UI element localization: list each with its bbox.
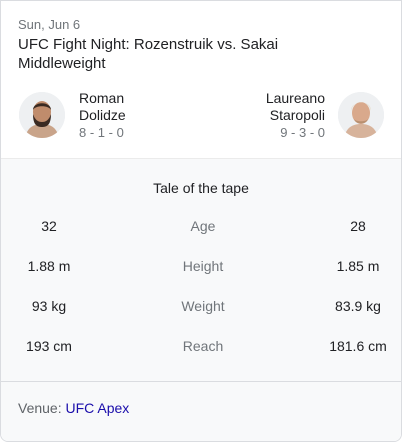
- venue-footer: Venue: UFC Apex: [1, 382, 401, 441]
- fighter-right-first-name: Laureano: [265, 90, 325, 106]
- tape-row-reach: 193 cm Reach 181.6 cm: [1, 338, 401, 358]
- right-value: 181.6 cm: [329, 338, 387, 354]
- venue-line: Venue: UFC Apex: [18, 400, 129, 416]
- left-value: 1.88 m: [27, 258, 71, 274]
- stat-label: Weight: [181, 298, 225, 314]
- right-value: 1.85 m: [336, 258, 380, 274]
- stat-label: Age: [190, 218, 216, 234]
- left-value: 32: [41, 218, 57, 234]
- fighter-left-photo: [19, 92, 65, 138]
- fighter-left-last-name: Dolidze: [79, 107, 126, 123]
- tape-row-age: 32 Age 28: [1, 218, 401, 238]
- fighter-right-record: 9 - 3 - 0: [280, 125, 325, 140]
- tape-title: Tale of the tape: [153, 180, 249, 196]
- tape-row-height: 1.88 m Height 1.85 m: [1, 258, 401, 278]
- stat-label: Height: [182, 258, 224, 274]
- venue-link[interactable]: UFC Apex: [66, 400, 130, 416]
- right-value: 83.9 kg: [335, 298, 381, 314]
- fighter-left-avatar[interactable]: [19, 92, 65, 138]
- tale-of-the-tape: Tale of the tape 32 Age 28 1.88 m Height…: [1, 158, 401, 382]
- fighter-right-name[interactable]: Laureano Staropoli: [266, 90, 325, 124]
- tape-row-weight: 93 kg Weight 83.9 kg: [1, 298, 401, 318]
- fighter-left-name[interactable]: Roman Dolidze: [79, 90, 126, 124]
- fight-card: Sun, Jun 6 UFC Fight Night: Rozenstruik …: [0, 0, 402, 442]
- fighter-right-avatar[interactable]: [338, 92, 384, 138]
- fighter-right-last-name: Staropoli: [269, 107, 325, 123]
- right-value: 28: [350, 218, 366, 234]
- fighter-left-first-name: Roman: [79, 90, 125, 106]
- fight-header: Sun, Jun 6 UFC Fight Night: Rozenstruik …: [1, 1, 401, 158]
- event-title[interactable]: UFC Fight Night: Rozenstruik vs. Sakai: [18, 36, 278, 53]
- weight-division: Middleweight: [18, 55, 106, 72]
- left-value: 193 cm: [26, 338, 72, 354]
- fighter-left-record: 8 - 1 - 0: [79, 125, 124, 140]
- left-value: 93 kg: [31, 298, 67, 314]
- stat-label: Reach: [182, 338, 224, 354]
- venue-label: Venue:: [18, 400, 62, 416]
- fight-date: Sun, Jun 6: [18, 17, 81, 32]
- fighter-right-photo: [338, 92, 384, 138]
